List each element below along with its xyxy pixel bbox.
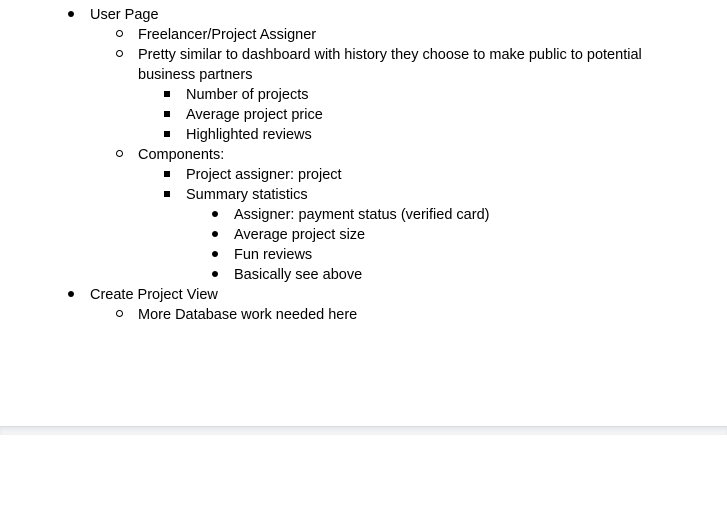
document-page[interactable]: User Page Freelancer/Project Assigner Pr… <box>0 0 727 426</box>
list-item[interactable]: Assigner: payment status (verified card) <box>0 205 727 225</box>
circle-bullet-icon <box>112 45 126 65</box>
disc-bullet-icon <box>208 265 222 285</box>
list-item-text: Basically see above <box>234 267 363 283</box>
list-item[interactable]: Average project size <box>0 225 727 245</box>
list-item[interactable]: Components: <box>0 145 727 165</box>
list-item-text: Pretty similar to dashboard with history… <box>138 47 642 83</box>
list-item[interactable]: Fun reviews <box>0 245 727 265</box>
list-item-text: Highlighted reviews <box>186 127 312 143</box>
disc-bullet-icon <box>64 5 78 25</box>
disc-bullet-icon <box>208 205 222 225</box>
list-item-text: Average project size <box>234 227 366 243</box>
list-item-text: More Database work needed here <box>138 307 358 323</box>
list-item[interactable]: Basically see above <box>0 265 727 285</box>
circle-bullet-icon <box>112 25 126 45</box>
bulleted-list: User Page Freelancer/Project Assigner Pr… <box>0 5 727 325</box>
list-item-text: User Page <box>90 7 159 23</box>
square-bullet-icon <box>160 185 174 205</box>
disc-bullet-icon <box>208 245 222 265</box>
square-bullet-icon <box>160 105 174 125</box>
disc-bullet-icon <box>64 285 78 305</box>
list-item[interactable]: Project assigner: project <box>0 165 727 185</box>
list-item-text: Summary statistics <box>186 187 308 203</box>
list-item[interactable]: Summary statistics <box>0 185 727 205</box>
list-item-text: Assigner: payment status (verified card) <box>234 207 490 223</box>
list-item[interactable]: Freelancer/Project Assigner <box>0 25 727 45</box>
square-bullet-icon <box>160 85 174 105</box>
list-item[interactable]: Highlighted reviews <box>0 125 727 145</box>
list-item[interactable]: Number of projects <box>0 85 727 105</box>
list-item-text: Components: <box>138 147 225 163</box>
list-item[interactable]: Average project price <box>0 105 727 125</box>
list-item-text: Number of projects <box>186 87 309 103</box>
list-item-text: Project assigner: project <box>186 167 342 183</box>
circle-bullet-icon <box>112 305 126 325</box>
list-item[interactable]: User Page <box>0 5 727 25</box>
list-item[interactable]: More Database work needed here <box>0 305 727 325</box>
circle-bullet-icon <box>112 145 126 165</box>
clipped-previous-line <box>186 0 246 2</box>
disc-bullet-icon <box>208 225 222 245</box>
square-bullet-icon <box>160 125 174 145</box>
list-item-text: Fun reviews <box>234 247 313 263</box>
list-item-text: Create Project View <box>90 287 218 303</box>
next-document-page[interactable] <box>0 435 727 512</box>
list-item-text: Freelancer/Project Assigner <box>138 27 317 43</box>
list-item-text: Average project price <box>186 107 323 123</box>
page-break-separator <box>0 426 727 435</box>
list-item[interactable]: Pretty similar to dashboard with history… <box>0 45 727 85</box>
list-item[interactable]: Create Project View <box>0 285 727 305</box>
square-bullet-icon <box>160 165 174 185</box>
